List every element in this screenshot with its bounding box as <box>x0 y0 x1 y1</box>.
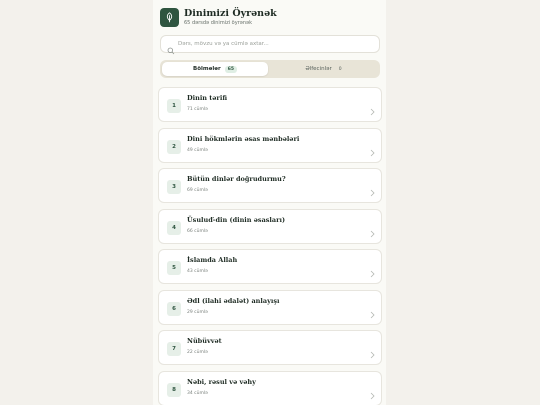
lesson-card[interactable]: 8 Nəbi, rəsul və vəhy 34 cümlə <box>158 370 382 405</box>
chevron-right-icon <box>370 263 375 282</box>
lesson-count: 22 cümlə <box>187 350 208 355</box>
lesson-card[interactable]: 5 İslamda Allah 43 cümlə <box>158 249 382 284</box>
lesson-count: 34 cümlə <box>187 390 208 396</box>
chevron-right-icon <box>370 344 375 363</box>
lesson-count: 69 cümlə <box>187 188 208 193</box>
chevron-right-icon <box>370 385 375 404</box>
tab-sections-count: 65 <box>224 65 237 73</box>
search-bar[interactable] <box>160 35 380 55</box>
lesson-number: 5 <box>167 261 181 275</box>
tab-bookmarks-label: Əlfecinlər <box>305 66 332 72</box>
tab-sections[interactable]: Bölmələr 65 <box>162 62 268 76</box>
lesson-title: Dini hökmlərin əsas mənbələri <box>187 134 300 143</box>
chevron-right-icon <box>370 223 375 242</box>
lesson-card[interactable]: 1 Dinin tərifi 71 cümlə <box>158 87 382 122</box>
app-subtitle: 65 dərsdə dinimizi öyrənək <box>184 20 252 26</box>
lesson-count: 66 cümlə <box>187 228 208 234</box>
tab-sections-label: Bölmələr <box>193 66 221 72</box>
lesson-card[interactable]: 4 Üsuluď-din (dinin əsasları) 66 cümlə <box>158 208 382 244</box>
tab-bookmarks[interactable]: Əlfecinlər 0 <box>272 62 378 76</box>
lesson-number: 7 <box>167 342 181 356</box>
lesson-number: 4 <box>167 220 181 235</box>
lesson-card[interactable]: 6 Ədl (ilahi ədalət) anlayışı 29 cümlə <box>158 289 382 325</box>
lesson-number: 1 <box>167 99 181 113</box>
lesson-number: 2 <box>167 139 181 154</box>
leaf-icon <box>160 8 179 27</box>
lesson-number: 6 <box>167 301 181 316</box>
chevron-right-icon <box>370 304 375 323</box>
lesson-title: İslamda Allah <box>187 256 238 264</box>
lesson-number: 8 <box>167 382 181 397</box>
chevron-right-icon <box>370 101 375 120</box>
lesson-count: 29 cümlə <box>187 309 208 315</box>
lesson-title: Üsuluď-din (dinin əsasları) <box>187 215 286 224</box>
search-icon <box>167 40 175 59</box>
lesson-count: 71 cümlə <box>187 107 208 112</box>
lesson-title: Nəbi, rəsul və vəhy <box>187 377 256 386</box>
tab-bookmarks-count: 0 <box>338 66 342 72</box>
lesson-title: Dinin tərifi <box>187 94 228 102</box>
lesson-card[interactable]: 3 Bütün dinlər doğrudurmu? 69 cümlə <box>158 168 382 203</box>
lesson-count: 43 cümlə <box>187 269 208 274</box>
lesson-title: Nübüvvət <box>187 337 222 345</box>
app-column: Dinimizi Öyrənək 65 dərsdə dinimizi öyrə… <box>153 0 386 405</box>
lesson-title: Ədl (ilahi ədalət) anlayışı <box>187 296 280 305</box>
lesson-count: 49 cümlə <box>187 147 208 153</box>
lesson-card[interactable]: 2 Dini hökmlərin əsas mənbələri 49 cümlə <box>158 127 382 163</box>
tab-bar: Bölmələr 65 Əlfecinlər 0 <box>160 60 380 78</box>
lesson-title: Bütün dinlər doğrudurmu? <box>187 175 286 183</box>
chevron-right-icon <box>370 182 375 201</box>
app-title: Dinimizi Öyrənək <box>184 8 277 19</box>
search-input[interactable] <box>178 38 374 50</box>
lesson-number: 3 <box>167 180 181 194</box>
chevron-right-icon <box>370 142 375 161</box>
app-header: Dinimizi Öyrənək 65 dərsdə dinimizi öyrə… <box>160 8 380 30</box>
lesson-card[interactable]: 7 Nübüvvət 22 cümlə <box>158 330 382 365</box>
